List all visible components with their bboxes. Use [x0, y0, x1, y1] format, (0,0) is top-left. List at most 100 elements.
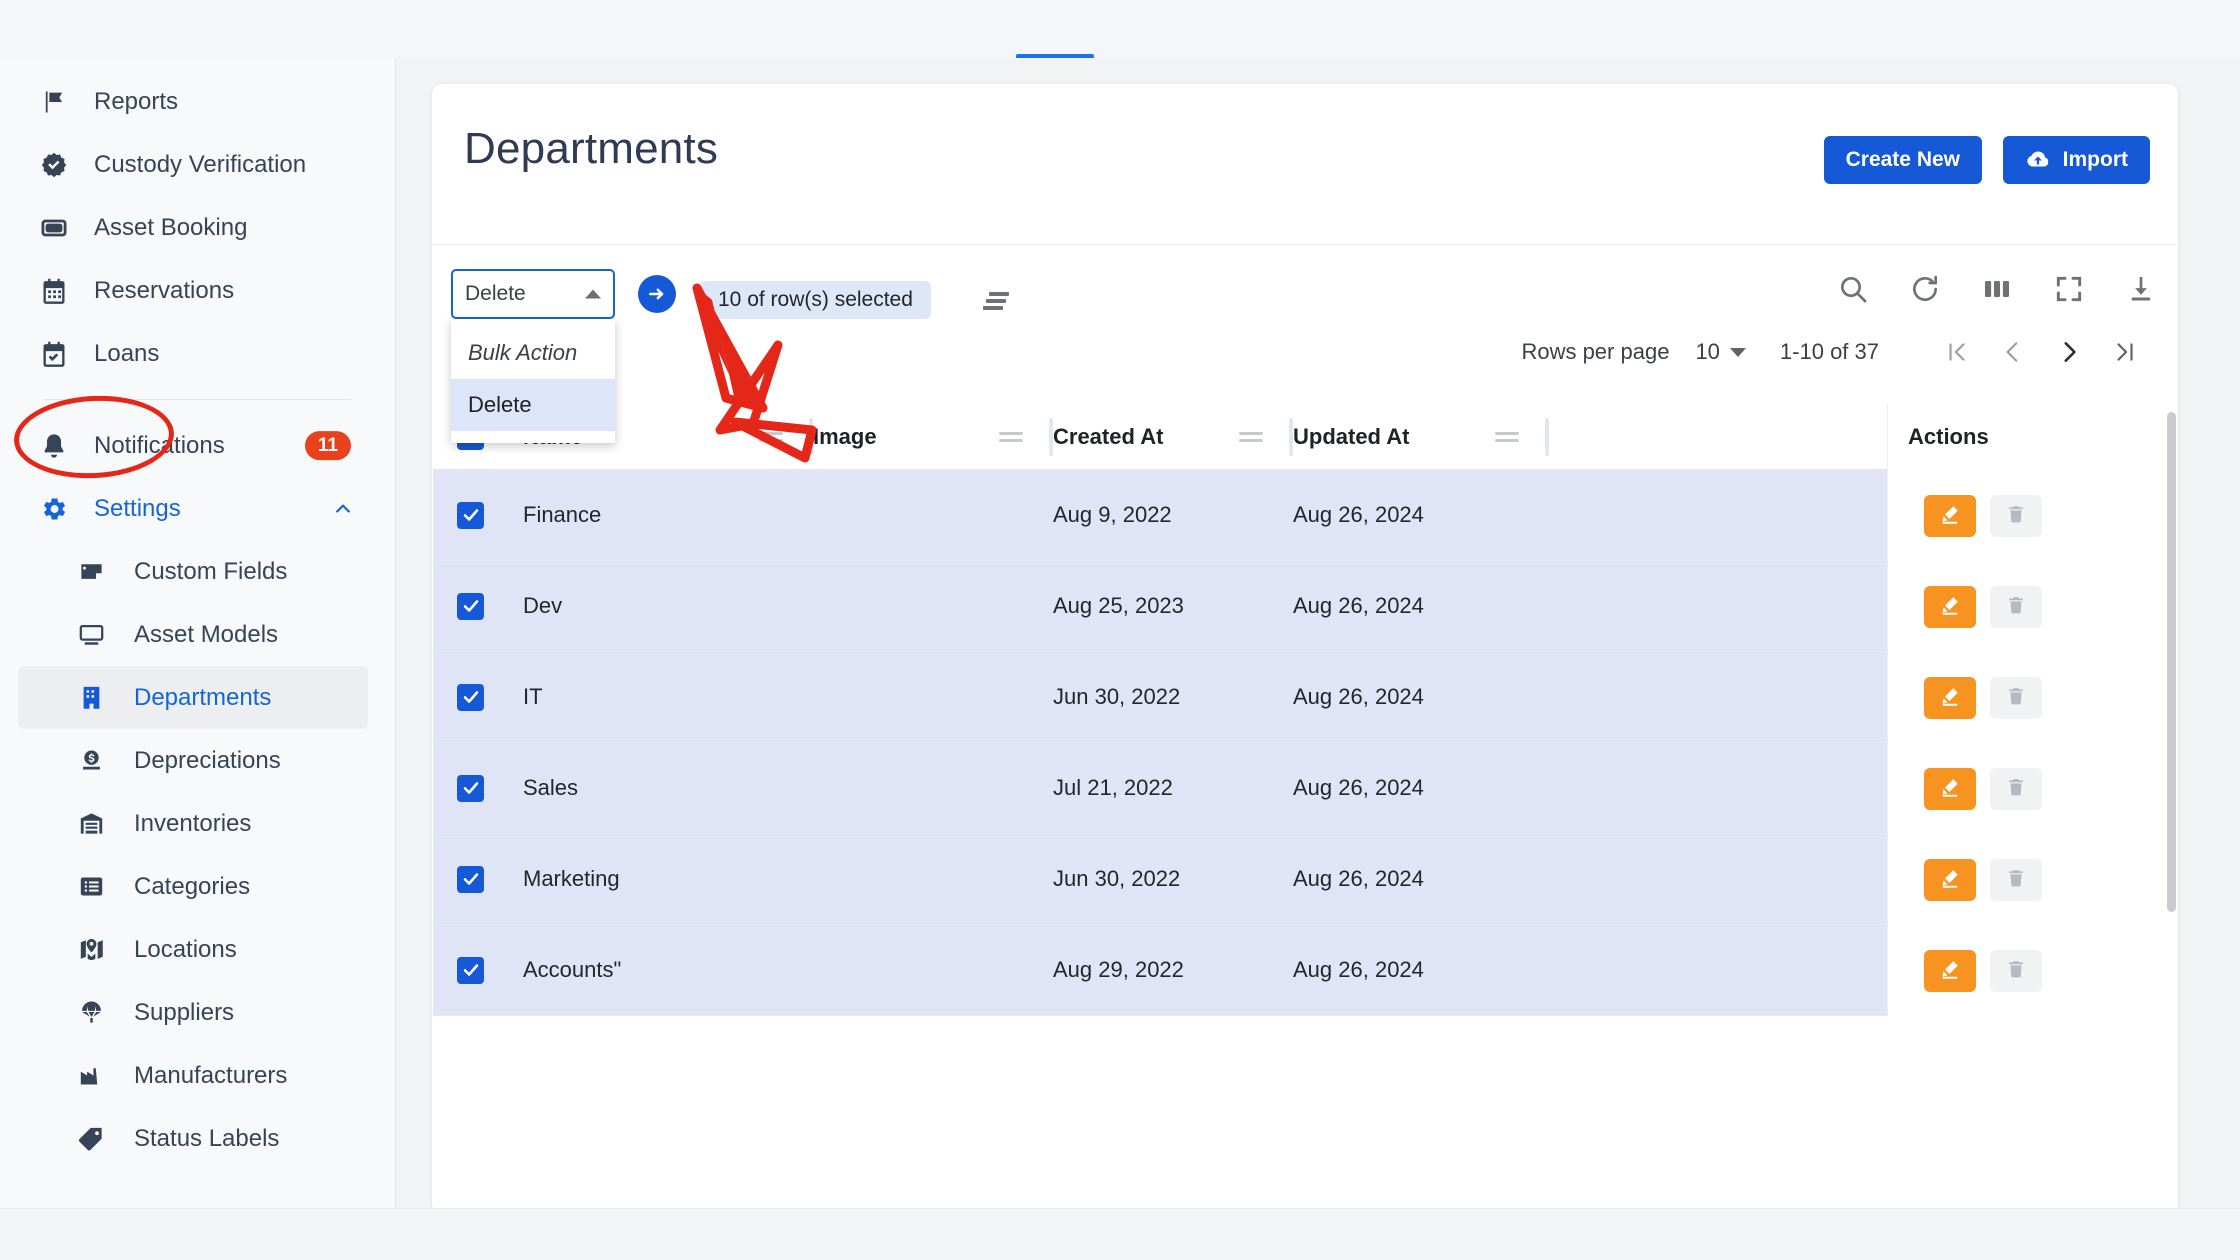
table-row[interactable]: IT Jun 30, 2022 Aug 26, 2024 — [433, 652, 2177, 743]
table-row[interactable]: Sales Jul 21, 2022 Aug 26, 2024 — [433, 743, 2177, 834]
column-header-image[interactable]: Image — [813, 404, 1053, 470]
drag-handle-icon[interactable] — [1495, 430, 1519, 444]
chevron-up-icon — [585, 289, 601, 299]
warehouse-icon — [78, 810, 118, 837]
create-new-button[interactable]: Create New — [1823, 136, 1982, 184]
first-page-icon[interactable] — [1929, 339, 1985, 365]
row-checkbox[interactable] — [457, 592, 484, 620]
sidebar-item-loans[interactable]: Loans — [0, 322, 395, 385]
cell-updated-at-text: Aug 26, 2024 — [1293, 684, 1424, 709]
edit-row-button[interactable] — [1924, 676, 1976, 719]
sidebar-item-depreciations[interactable]: Depreciations — [0, 729, 395, 792]
import-button[interactable]: Import — [2002, 136, 2150, 184]
sidebar-item-label: Custom Fields — [134, 557, 288, 585]
drag-handle-icon[interactable] — [999, 430, 1023, 444]
column-header-updated-at[interactable]: Updated At — [1293, 404, 1549, 470]
edit-row-button[interactable] — [1924, 949, 1976, 992]
delete-row-button[interactable] — [1990, 585, 2042, 628]
sidebar-item-reports[interactable]: Reports — [0, 70, 395, 133]
fullscreen-icon[interactable] — [2053, 273, 2085, 305]
prev-page-icon[interactable] — [1985, 339, 2041, 365]
cell-created-at-text: Aug 9, 2022 — [1053, 502, 1172, 527]
cell-actions — [1887, 561, 2177, 652]
cell-updated-at-text: Aug 26, 2024 — [1293, 775, 1424, 800]
table-row[interactable]: Marketing Jun 30, 2022 Aug 26, 2024 — [433, 834, 2177, 925]
sidebar-scrollbar-track[interactable] — [370, 58, 750, 1208]
row-checkbox[interactable] — [457, 501, 484, 529]
column-resizer[interactable] — [1545, 417, 1549, 456]
cell-created-at: Jul 21, 2022 — [1053, 743, 1293, 834]
cell-updated-at: Aug 26, 2024 — [1293, 834, 1549, 925]
cell-image — [813, 561, 1053, 652]
table-scrollbar-thumb[interactable] — [2167, 412, 2176, 912]
delete-row-button[interactable] — [1990, 858, 2042, 901]
notifications-badge: 11 — [304, 430, 351, 461]
sidebar-item-asset-booking[interactable]: Asset Booking — [0, 196, 395, 259]
edit-row-button[interactable] — [1924, 858, 1976, 901]
sidebar-item-settings[interactable]: Settings — [0, 477, 395, 540]
sidebar-item-reservations[interactable]: Reservations — [0, 259, 395, 322]
sidebar-item-categories[interactable]: Categories — [0, 855, 395, 918]
sidebar-item-status-labels[interactable]: Status Labels — [0, 1107, 395, 1170]
row-checkbox[interactable] — [457, 683, 484, 711]
edit-row-button[interactable] — [1924, 585, 1976, 628]
app-root: Reports Custody Verification Asset Booki… — [0, 0, 2240, 1260]
monitor-icon — [78, 621, 118, 648]
chevron-up-icon[interactable] — [333, 499, 353, 519]
cell-actions — [1887, 470, 2177, 561]
columns-icon[interactable] — [1981, 273, 2013, 305]
bulk-action-dropdown-menu[interactable]: Bulk Action Delete — [451, 319, 615, 443]
table-row[interactable]: Finance Aug 9, 2022 Aug 26, 2024 — [433, 470, 2177, 561]
sidebar-item-suppliers[interactable]: Suppliers — [0, 981, 395, 1044]
edit-row-button[interactable] — [1924, 767, 1976, 810]
last-page-icon[interactable] — [2097, 339, 2153, 365]
refresh-icon[interactable] — [1909, 273, 1941, 305]
next-page-icon[interactable] — [2041, 339, 2097, 365]
sidebar-item-custom-fields[interactable]: Custom Fields — [0, 540, 395, 603]
cell-created-at: Jun 30, 2022 — [1053, 652, 1293, 743]
drag-handle-icon[interactable] — [1239, 430, 1263, 444]
drag-handle-icon[interactable] — [759, 430, 783, 444]
apply-bulk-action-button[interactable] — [638, 275, 676, 313]
delete-row-button[interactable] — [1990, 767, 2042, 810]
bell-icon — [40, 432, 80, 460]
column-header-label: Created At — [1053, 423, 1164, 449]
sidebar-item-manufacturers[interactable]: Manufacturers — [0, 1044, 395, 1107]
rows-per-page-select[interactable]: 10 — [1695, 339, 1746, 365]
download-icon[interactable] — [2125, 273, 2157, 305]
row-checkbox[interactable] — [457, 865, 484, 893]
sidebar-item-custody-verification[interactable]: Custody Verification — [0, 133, 395, 196]
delete-row-button[interactable] — [1990, 676, 2042, 719]
sidebar-item-notifications[interactable]: Notifications 11 — [0, 414, 395, 477]
cell-created-at: Aug 29, 2022 — [1053, 925, 1293, 1016]
search-icon[interactable] — [1837, 273, 1869, 305]
cell-updated-at: Aug 26, 2024 — [1293, 743, 1549, 834]
cell-updated-at: Aug 26, 2024 — [1293, 561, 1549, 652]
column-header-created-at[interactable]: Created At — [1053, 404, 1293, 470]
delete-row-button[interactable] — [1990, 494, 2042, 537]
sidebar-divider — [44, 399, 351, 400]
pencil-icon — [1939, 867, 1961, 892]
delete-row-button[interactable] — [1990, 949, 2042, 992]
cell-updated-at-text: Aug 26, 2024 — [1293, 866, 1424, 891]
dropdown-option-delete[interactable]: Delete — [451, 379, 615, 431]
edit-row-button[interactable] — [1924, 494, 1976, 537]
table-tool-icons — [1837, 273, 2157, 305]
sort-lines-icon[interactable] — [981, 288, 1013, 314]
row-checkbox[interactable] — [457, 956, 484, 984]
row-checkbox-cell — [433, 925, 523, 1016]
cell-image — [813, 925, 1053, 1016]
cell-updated-at: Aug 26, 2024 — [1293, 652, 1549, 743]
bulk-action-select[interactable]: Delete — [451, 269, 615, 319]
dropdown-option-bulk-action[interactable]: Bulk Action — [451, 327, 615, 379]
selection-count-chip: 10 of row(s) selected — [700, 281, 931, 319]
cell-name-text: IT — [523, 684, 543, 709]
sidebar-item-asset-models[interactable]: Asset Models — [0, 603, 395, 666]
cell-name: Accounts" — [523, 925, 813, 1016]
sidebar-item-locations[interactable]: Locations — [0, 918, 395, 981]
table-row[interactable]: Accounts" Aug 29, 2022 Aug 26, 2024 — [433, 925, 2177, 1016]
sidebar-item-departments[interactable]: Departments — [18, 666, 368, 729]
row-checkbox[interactable] — [457, 774, 484, 802]
table-row[interactable]: Dev Aug 25, 2023 Aug 26, 2024 — [433, 561, 2177, 652]
sidebar-item-inventories[interactable]: Inventories — [0, 792, 395, 855]
